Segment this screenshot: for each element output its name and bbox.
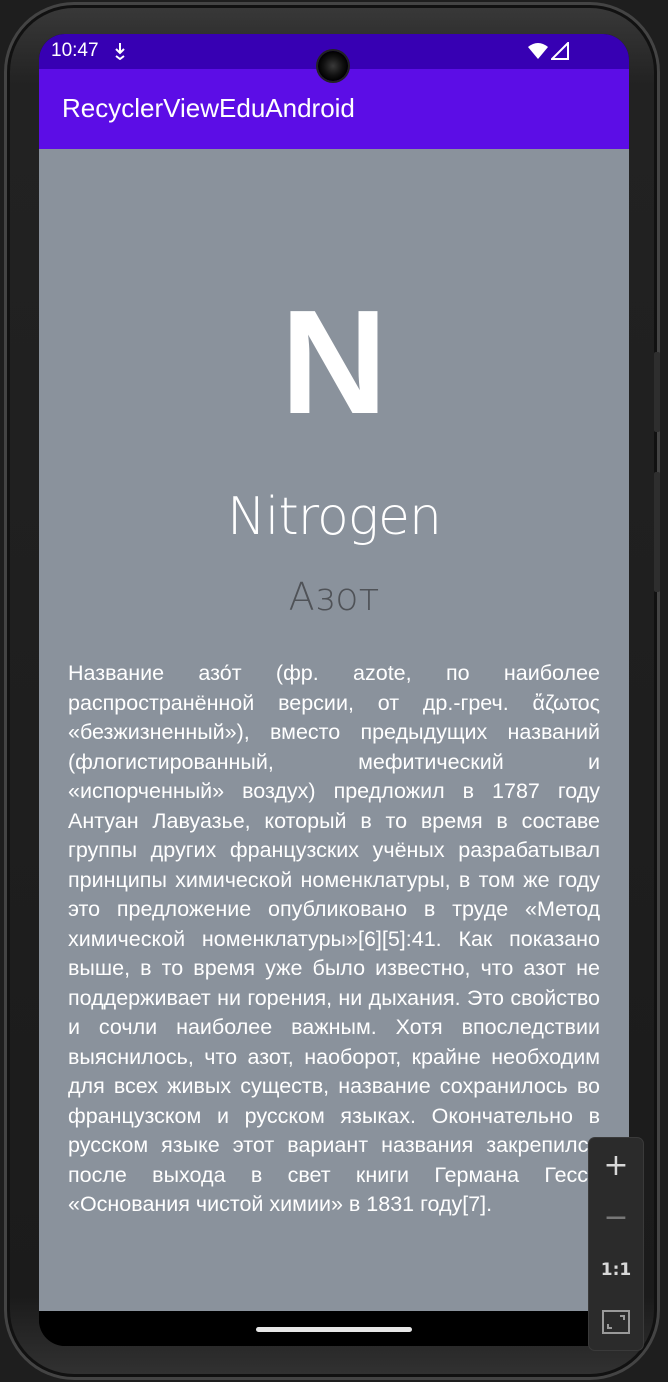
volume-button bbox=[654, 472, 660, 592]
zoom-out-button[interactable]: − bbox=[589, 1192, 643, 1244]
device-screen: 10:47 RecyclerViewEduAndroid N Nitrogen … bbox=[39, 34, 629, 1346]
home-gesture-handle[interactable] bbox=[256, 1327, 412, 1332]
element-symbol: N bbox=[280, 280, 388, 445]
download-icon bbox=[113, 42, 127, 64]
wifi-icon bbox=[527, 42, 549, 64]
power-button bbox=[654, 352, 660, 432]
app-bar: RecyclerViewEduAndroid bbox=[39, 69, 629, 149]
signal-icon bbox=[549, 40, 569, 64]
app-title: RecyclerViewEduAndroid bbox=[62, 93, 355, 123]
element-description: Название азо́т (фр. azote, по наиболее р… bbox=[68, 661, 600, 1216]
element-name: Nitrogen bbox=[227, 487, 442, 547]
front-camera bbox=[318, 51, 348, 81]
emulator-zoom-controls: + − 1:1 bbox=[589, 1138, 643, 1350]
zoom-reset-button[interactable]: 1:1 bbox=[589, 1244, 643, 1296]
status-time: 10:47 bbox=[51, 40, 99, 61]
fit-screen-icon[interactable] bbox=[589, 1296, 643, 1348]
element-detail-card: N Nitrogen Азот Название азо́т (фр. azot… bbox=[39, 149, 629, 1311]
navigation-bar bbox=[39, 1311, 629, 1346]
element-name-russian: Азот bbox=[288, 575, 380, 619]
zoom-in-button[interactable]: + bbox=[589, 1140, 643, 1192]
